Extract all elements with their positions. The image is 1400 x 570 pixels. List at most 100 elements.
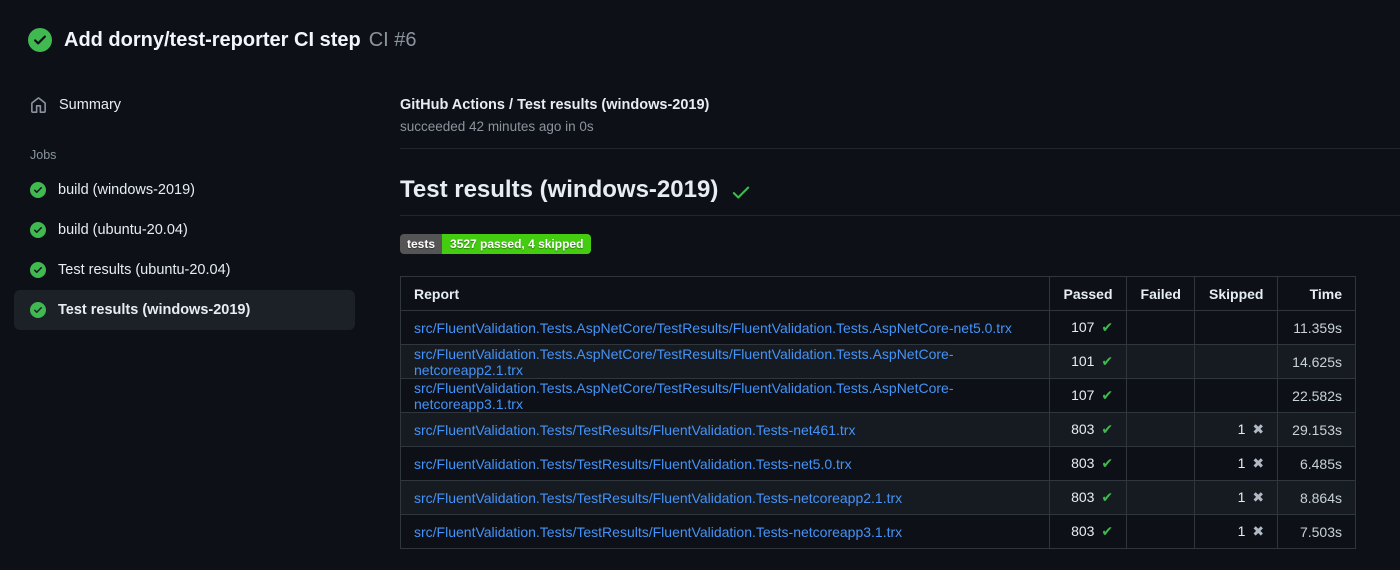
check-circle-icon	[30, 182, 46, 198]
skip-x-icon: ✖	[1252, 421, 1265, 437]
report-heading: Test results (windows-2019)	[400, 176, 1400, 216]
home-icon	[31, 96, 46, 113]
failed-cell	[1126, 412, 1196, 447]
report-link[interactable]: src/FluentValidation.Tests.AspNetCore/Te…	[414, 346, 954, 378]
skipped-cell: 1 ✖	[1194, 446, 1279, 481]
failed-cell	[1126, 344, 1196, 379]
skipped-cell: 1 ✖	[1194, 514, 1279, 549]
section-divider	[400, 148, 1400, 149]
table-body: src/FluentValidation.Tests.AspNetCore/Te…	[400, 310, 1356, 549]
passed-cell: 803 ✔	[1048, 480, 1128, 515]
skipped-cell: 1 ✖	[1194, 412, 1279, 447]
badge-value: 3527 passed, 4 skipped	[442, 234, 592, 254]
skipped-cell	[1194, 310, 1279, 345]
report-link[interactable]: src/FluentValidation.Tests/TestResults/F…	[414, 524, 902, 540]
time-cell: 6.485s	[1277, 446, 1356, 481]
report-cell: src/FluentValidation.Tests/TestResults/F…	[400, 514, 1050, 549]
sidebar-job-item[interactable]: build (ubuntu-20.04)	[14, 210, 355, 250]
skip-x-icon: ✖	[1252, 489, 1265, 505]
table-row: src/FluentValidation.Tests/TestResults/F…	[400, 514, 1356, 549]
passed-cell: 107 ✔	[1048, 378, 1128, 413]
column-header-passed: Passed	[1048, 276, 1128, 311]
report-link[interactable]: src/FluentValidation.Tests/TestResults/F…	[414, 490, 902, 506]
pass-check-icon: ✔	[1101, 319, 1114, 335]
failed-cell	[1126, 514, 1196, 549]
job-label: Test results (ubuntu-20.04)	[58, 262, 231, 278]
main-content: GitHub Actions / Test results (windows-2…	[400, 70, 1400, 549]
table-row: src/FluentValidation.Tests/TestResults/F…	[400, 412, 1356, 447]
check-circle-icon	[30, 222, 46, 238]
sidebar-job-item[interactable]: Test results (ubuntu-20.04)	[14, 250, 355, 290]
table-row: src/FluentValidation.Tests.AspNetCore/Te…	[400, 310, 1356, 345]
column-header-skipped: Skipped	[1194, 276, 1279, 311]
skip-x-icon: ✖	[1252, 455, 1265, 471]
sidebar-job-item[interactable]: build (windows-2019)	[14, 170, 355, 210]
run-status-check-circle-icon	[28, 28, 52, 52]
table-row: src/FluentValidation.Tests.AspNetCore/Te…	[400, 378, 1356, 413]
failed-cell	[1126, 378, 1196, 413]
pass-check-icon: ✔	[1101, 421, 1114, 437]
sidebar-item-summary[interactable]: Summary	[30, 90, 400, 120]
time-cell: 11.359s	[1277, 310, 1356, 345]
sidebar: Summary Jobs build (windows-2019) build …	[0, 70, 400, 549]
passed-cell: 107 ✔	[1048, 310, 1128, 345]
job-label: Test results (windows-2019)	[58, 302, 251, 318]
job-title: GitHub Actions / Test results (windows-2…	[400, 97, 710, 113]
job-status-text: succeeded 42 minutes ago in 0s	[400, 119, 594, 134]
skipped-cell	[1194, 378, 1279, 413]
report-cell: src/FluentValidation.Tests/TestResults/F…	[400, 480, 1050, 515]
passed-cell: 803 ✔	[1048, 514, 1128, 549]
time-cell: 22.582s	[1277, 378, 1356, 413]
report-cell: src/FluentValidation.Tests/TestResults/F…	[400, 446, 1050, 481]
run-header: Add dorny/test-reporter CI step CI #6	[0, 0, 1400, 70]
summary-label: Summary	[59, 97, 122, 113]
run-number: CI #6	[368, 28, 417, 51]
test-results-table: Report Passed Failed Skipped Time src/Fl…	[400, 276, 1356, 549]
table-row: src/FluentValidation.Tests/TestResults/F…	[400, 480, 1356, 515]
report-link[interactable]: src/FluentValidation.Tests/TestResults/F…	[414, 422, 855, 438]
badge-label: tests	[400, 234, 443, 254]
job-label: build (ubuntu-20.04)	[58, 222, 188, 238]
time-cell: 29.153s	[1277, 412, 1356, 447]
pass-check-icon: ✔	[1101, 489, 1114, 505]
failed-cell	[1126, 310, 1196, 345]
report-heading-text: Test results (windows-2019)	[400, 176, 719, 203]
skip-x-icon: ✖	[1252, 523, 1265, 539]
sidebar-job-item[interactable]: Test results (windows-2019)	[14, 290, 355, 330]
failed-cell	[1126, 480, 1196, 515]
run-title: Add dorny/test-reporter CI step	[64, 28, 361, 51]
skipped-cell	[1194, 344, 1279, 379]
check-circle-icon	[30, 262, 46, 278]
report-link[interactable]: src/FluentValidation.Tests/TestResults/F…	[414, 456, 852, 472]
column-header-time: Time	[1277, 276, 1356, 311]
passed-cell: 101 ✔	[1048, 344, 1128, 379]
passed-cell: 803 ✔	[1048, 446, 1128, 481]
passed-cell: 803 ✔	[1048, 412, 1128, 447]
pass-check-icon: ✔	[1101, 523, 1114, 539]
report-cell: src/FluentValidation.Tests.AspNetCore/Te…	[400, 344, 1050, 379]
pass-check-icon: ✔	[1101, 387, 1114, 403]
skipped-cell: 1 ✖	[1194, 480, 1279, 515]
report-link[interactable]: src/FluentValidation.Tests.AspNetCore/Te…	[414, 380, 954, 412]
column-header-failed: Failed	[1126, 276, 1196, 311]
jobs-heading: Jobs	[30, 148, 57, 162]
jobs-list: build (windows-2019) build (ubuntu-20.04…	[0, 170, 400, 330]
check-circle-icon	[30, 302, 46, 318]
report-link[interactable]: src/FluentValidation.Tests.AspNetCore/Te…	[414, 320, 1012, 336]
pass-check-icon: ✔	[1101, 455, 1114, 471]
column-header-report: Report	[400, 276, 1050, 311]
tests-badge: tests 3527 passed, 4 skipped	[400, 234, 592, 254]
table-row: src/FluentValidation.Tests/TestResults/F…	[400, 446, 1356, 481]
report-cell: src/FluentValidation.Tests.AspNetCore/Te…	[400, 310, 1050, 345]
time-cell: 7.503s	[1277, 514, 1356, 549]
failed-cell	[1126, 446, 1196, 481]
pass-check-icon: ✔	[1101, 353, 1114, 369]
report-cell: src/FluentValidation.Tests/TestResults/F…	[400, 412, 1050, 447]
time-cell: 8.864s	[1277, 480, 1356, 515]
time-cell: 14.625s	[1277, 344, 1356, 379]
report-cell: src/FluentValidation.Tests.AspNetCore/Te…	[400, 378, 1050, 413]
table-header-row: Report Passed Failed Skipped Time	[400, 276, 1356, 311]
job-label: build (windows-2019)	[58, 182, 196, 198]
table-row: src/FluentValidation.Tests.AspNetCore/Te…	[400, 344, 1356, 379]
heading-check-icon	[733, 186, 750, 199]
